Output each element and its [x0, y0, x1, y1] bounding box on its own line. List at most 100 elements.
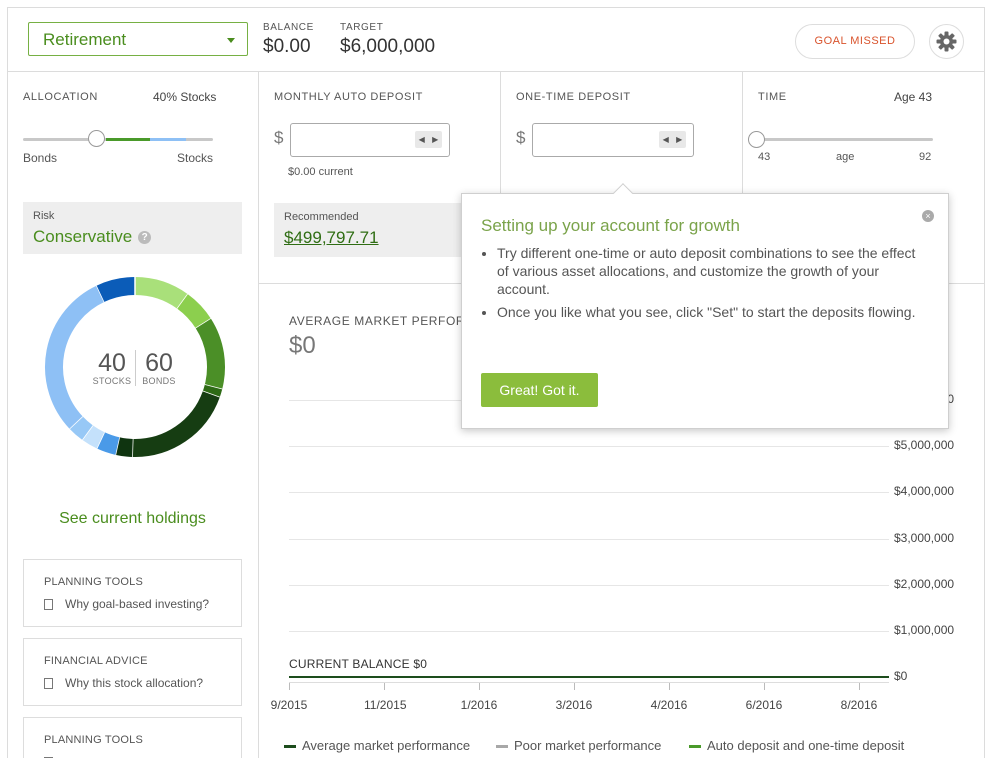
donut-stocks-label: STOCKS	[92, 376, 132, 386]
x-tick-mark	[574, 682, 575, 690]
time-value: Age 43	[894, 90, 933, 104]
header-divider	[8, 71, 984, 72]
allocation-bonds-label: Bonds	[23, 151, 58, 165]
monthly-current-text: $0.00 current	[288, 166, 353, 178]
donut-segment	[115, 437, 133, 457]
donut-bonds-value: 60	[145, 349, 173, 377]
risk-label: Risk	[33, 210, 55, 222]
donut-segment	[96, 432, 120, 455]
monthly-deposit-input[interactable]: ◀ ▶	[290, 123, 450, 157]
donut-segment	[132, 391, 220, 457]
donut-segment	[134, 277, 188, 309]
arrow-left-icon[interactable]: ◀	[419, 135, 425, 144]
y-tick-label: $3,000,000	[894, 530, 955, 545]
donut-segment	[202, 384, 223, 398]
time-label: TIME	[758, 91, 787, 103]
x-tick-mark	[289, 682, 290, 690]
balance-value: $0.00	[263, 36, 311, 57]
legend-label: Poor market performance	[514, 738, 662, 753]
x-tick-mark	[384, 682, 385, 690]
chart-gridline	[289, 538, 889, 540]
got-it-button[interactable]: Great! Got it.	[481, 373, 598, 407]
donut-segment	[177, 294, 211, 329]
recommended-value-link[interactable]: $499,797.71	[284, 228, 379, 248]
risk-box: Risk Conservative?	[23, 202, 242, 254]
chart-value: $0	[289, 332, 316, 359]
document-icon	[44, 678, 53, 689]
x-tick-mark	[479, 682, 480, 690]
chart-gridline	[289, 446, 889, 448]
tool-card-title: Why this stock allocation?	[65, 676, 204, 690]
recommended-label: Recommended	[284, 211, 359, 223]
tool-card-title: Why goal-based investing?	[65, 597, 210, 611]
allocation-slider-handle[interactable]	[88, 130, 105, 147]
legend-label: Average market performance	[302, 738, 471, 753]
monthly-deposit-stepper[interactable]: ◀ ▶	[415, 131, 442, 148]
y-tick-label: $5,000,000	[894, 438, 955, 453]
help-icon[interactable]: ?	[138, 231, 152, 245]
y-tick-label: $0	[894, 669, 908, 683]
onboarding-popover: × Setting up your account for growth Try…	[461, 183, 949, 429]
y-tick-label: $1,000,000	[894, 622, 955, 637]
tool-card[interactable]: PLANNING TOOLS Why goal-based investing?	[23, 559, 242, 627]
current-balance-label: CURRENT BALANCE $0	[289, 657, 428, 671]
time-axis-label: age	[836, 151, 855, 163]
allocation-stocks-fill	[106, 138, 150, 141]
y-tick-label: $2,000,000	[894, 576, 955, 591]
goal-select[interactable]: Retirement	[28, 22, 248, 56]
popover-bullet: Try different one-time or auto deposit c…	[497, 244, 917, 298]
donut-segment	[96, 277, 136, 302]
recommended-box: Recommended $499,797.71	[274, 203, 461, 257]
x-tick-mark	[669, 682, 670, 690]
x-tick-label: 4/2016	[650, 698, 688, 712]
chart-gridline	[289, 492, 889, 494]
popover-list: Try different one-time or auto deposit c…	[497, 244, 917, 326]
time-max-label: 92	[919, 151, 932, 163]
donut-segment	[69, 416, 93, 440]
see-holdings-link[interactable]: See current holdings	[23, 510, 242, 528]
allocation-bonds-fill	[150, 138, 186, 141]
donut-bonds-label: BONDS	[142, 376, 176, 386]
sidebar-divider	[258, 72, 259, 758]
legend-label: Auto deposit and one-time deposit	[707, 738, 905, 753]
risk-value: Conservative	[33, 227, 133, 246]
one-time-currency-symbol: $	[516, 128, 526, 147]
monthly-currency-symbol: $	[274, 128, 284, 147]
one-time-deposit-stepper[interactable]: ◀ ▶	[659, 131, 686, 148]
x-tick-mark	[764, 682, 765, 690]
arrow-right-icon[interactable]: ▶	[432, 135, 438, 144]
legend-swatch	[284, 745, 296, 749]
target-label: TARGET	[340, 22, 384, 33]
time-slider-track[interactable]	[757, 138, 933, 141]
goal-status-button[interactable]: GOAL MISSED	[795, 24, 915, 59]
monthly-deposit-label: MONTHLY AUTO DEPOSIT	[274, 91, 423, 103]
x-tick-mark	[859, 682, 860, 690]
time-slider-handle[interactable]	[748, 131, 765, 148]
time-min-label: 43	[758, 151, 771, 163]
tool-card[interactable]: PLANNING TOOLS	[23, 717, 242, 758]
close-icon[interactable]: ×	[922, 210, 934, 222]
x-tick-label: 9/2015	[270, 698, 308, 712]
gear-icon	[936, 31, 957, 52]
popover-title: Setting up your account for growth	[481, 216, 740, 235]
x-tick-label: 6/2016	[745, 698, 783, 712]
settings-button[interactable]	[929, 24, 964, 59]
target-value: $6,000,000	[340, 36, 436, 57]
allocation-stocks-label: Stocks	[177, 151, 214, 165]
y-tick-label: $4,000,000	[894, 484, 955, 499]
balance-label: BALANCE	[263, 22, 314, 33]
legend-swatch	[689, 745, 701, 749]
arrow-left-icon[interactable]: ◀	[663, 135, 669, 144]
one-time-deposit-label: ONE-TIME DEPOSIT	[516, 91, 631, 103]
one-time-deposit-input[interactable]: ◀ ▶	[532, 123, 694, 157]
legend-item: Auto deposit and one-time deposit	[689, 738, 904, 753]
tool-card[interactable]: FINANCIAL ADVICE Why this stock allocati…	[23, 638, 242, 706]
chevron-down-icon	[227, 38, 235, 43]
x-tick-label: 11/2015	[364, 698, 407, 712]
allocation-value: 40% Stocks	[153, 90, 217, 104]
arrow-right-icon[interactable]: ▶	[676, 135, 682, 144]
legend-item: Average market performance	[284, 738, 470, 753]
tool-card-category: FINANCIAL ADVICE	[44, 655, 148, 667]
x-tick-label: 8/2016	[840, 698, 878, 712]
current-balance-line	[289, 676, 889, 678]
